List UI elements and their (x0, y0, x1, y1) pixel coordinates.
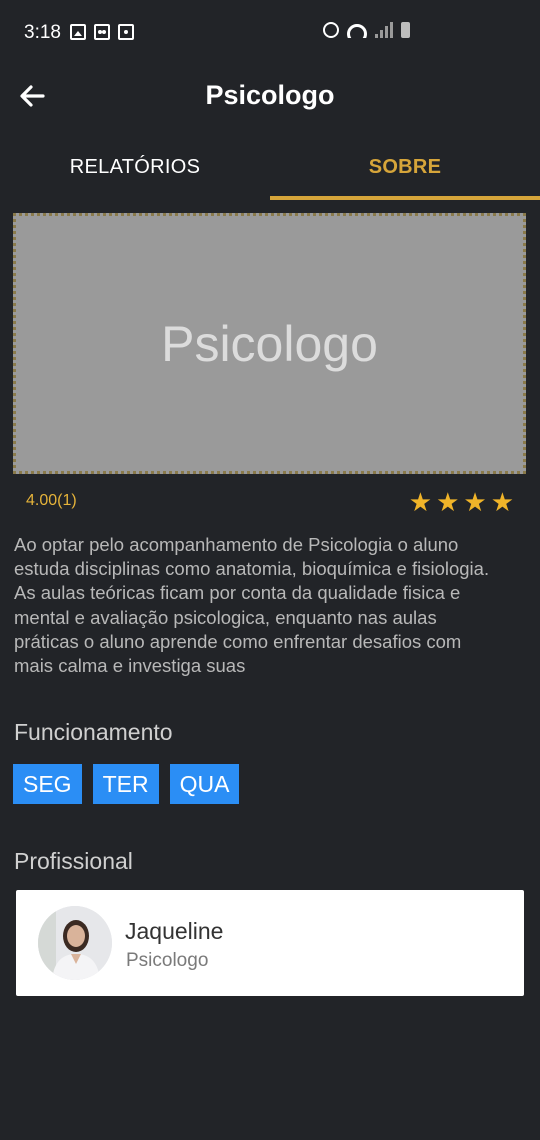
battery-icon (401, 22, 410, 38)
professional-title: Profissional (14, 848, 133, 874)
status-icons-left (70, 24, 134, 40)
professional-name: Jaqueline (125, 918, 224, 944)
day-chip-ter[interactable]: TER (92, 764, 159, 804)
schedule-title: Funcionamento (14, 719, 173, 745)
rating-row: 4.00(1) ★ ★ ★ ★ (26, 488, 516, 516)
banner-text: Psicologo (161, 315, 378, 372)
voicemail-icon (94, 24, 110, 40)
star-icon: ★ (436, 487, 460, 517)
alarm-icon (323, 22, 339, 38)
avatar (38, 906, 112, 980)
signal-icon (375, 22, 393, 38)
rating-value: 4.00(1) (26, 492, 77, 509)
camera-icon (118, 24, 134, 40)
day-chip-seg[interactable]: SEG (13, 764, 82, 804)
service-description: Ao optar pelo acompanhamento de Psicolog… (14, 534, 490, 677)
wifi-icon (347, 24, 367, 38)
day-chip-qua[interactable]: QUA (169, 764, 240, 804)
professional-role: Psicologo (126, 950, 209, 971)
star-rating: ★ ★ ★ ★ (409, 488, 514, 516)
tab-relatorios[interactable]: RELATÓRIOS (0, 138, 270, 200)
tab-bar: RELATÓRIOS SOBRE (0, 138, 540, 200)
star-icon: ★ (408, 487, 433, 517)
tab-sobre[interactable]: SOBRE (270, 138, 540, 200)
page-title: Psicologo (205, 80, 335, 110)
star-icon: ★ (490, 487, 514, 517)
professional-card[interactable]: Jaqueline Psicologo (16, 890, 524, 996)
status-time: 3:18 (24, 22, 61, 43)
image-icon (70, 24, 86, 40)
schedule-days: SEG TER QUA (13, 764, 240, 804)
status-bar: 3:18 (0, 0, 540, 66)
star-icon: ★ (463, 487, 487, 517)
app-bar: Psicologo (0, 66, 540, 130)
avatar-photo (38, 906, 112, 980)
status-icons-right (323, 22, 410, 38)
tab-active-indicator (270, 196, 540, 200)
service-banner: Psicologo (13, 213, 526, 474)
